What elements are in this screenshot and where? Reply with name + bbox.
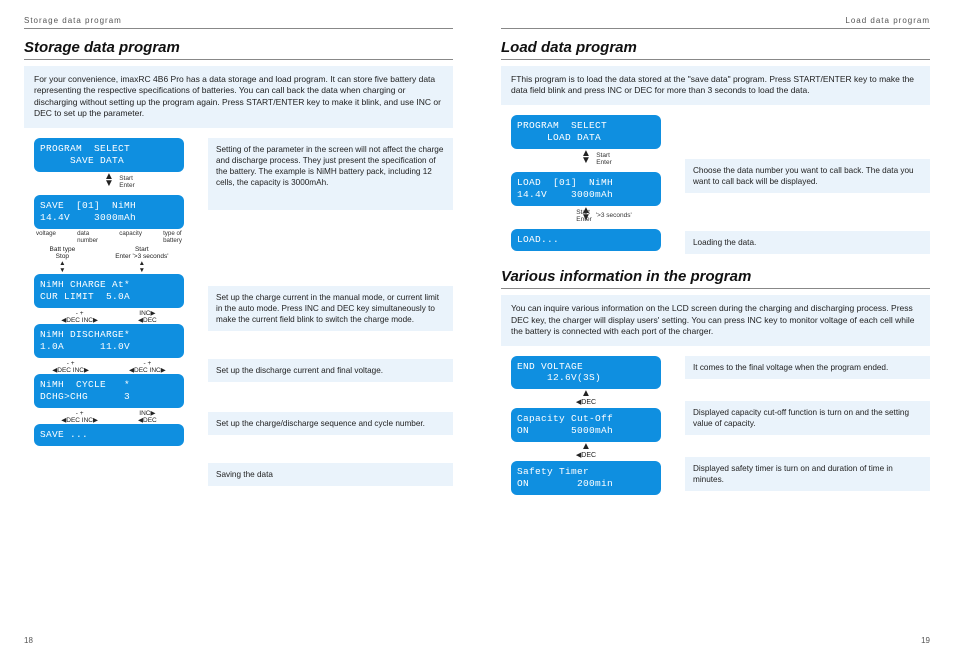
- field-labels-row: voltage data number capacity type of bat…: [34, 229, 184, 244]
- hint-start-enter-3s: Start Enter '>3 seconds': [576, 209, 631, 223]
- section-title-storage: Storage data program: [24, 39, 453, 60]
- section-title-load: Load data program: [501, 39, 930, 60]
- hint-start-enter: Start Enter: [596, 152, 612, 166]
- note-box: Displayed capacity cut-off function is t…: [685, 401, 930, 435]
- note-box: Set up the charge current in the manual …: [208, 286, 453, 331]
- note-box: Displayed safety timer is turn on and du…: [685, 457, 930, 491]
- flow-connector-pair: - +◀DEC INC▶ INC▶ ◀DEC: [61, 408, 156, 424]
- flow-connector: ▲ ▼: [581, 149, 591, 166]
- load-flow-column: PROGRAM SELECT LOAD DATA ▲ ▼ Start Enter…: [501, 115, 671, 254]
- lcd-screen: NiMH DISCHARGE* 1.0A 11.0V: [34, 324, 184, 358]
- lcd-screen: END VOLTAGE 12.6V(3S): [511, 356, 661, 390]
- lcd-screen: Capacity Cut-Off ON 5000mAh: [511, 408, 661, 442]
- hint-start-enter: Start Enter: [119, 175, 135, 189]
- arrow-down-icon: ▼: [581, 158, 591, 164]
- page-left: Storage data program Storage data progra…: [0, 0, 477, 653]
- info-notes-column: It comes to the final voltage when the p…: [685, 356, 930, 495]
- storage-notes-column: Setting of the parameter in the screen w…: [208, 138, 453, 486]
- lcd-screen: NiMH CHARGE At* CUR LIMIT 5.0A: [34, 274, 184, 308]
- load-lane: PROGRAM SELECT LOAD DATA ▲ ▼ Start Enter…: [501, 115, 930, 254]
- running-head-left: Storage data program: [24, 16, 453, 29]
- lcd-screen: LOAD [01] NiMH 14.4V 3000mAh: [511, 172, 661, 206]
- lcd-screen: SAVE ...: [34, 424, 184, 446]
- note-box: Loading the data.: [685, 231, 930, 254]
- load-notes-column: Choose the data number you want to call …: [685, 115, 930, 254]
- page-number-left: 18: [24, 636, 33, 645]
- note-box: Saving the data: [208, 463, 453, 486]
- note-box: Setting of the parameter in the screen w…: [208, 138, 453, 210]
- intro-storage: For your convenience, imaxRC 4B6 Pro has…: [24, 66, 453, 128]
- note-box: Set up the charge/discharge sequence and…: [208, 412, 453, 435]
- arrow-up-icon: ▲: [581, 444, 591, 450]
- lcd-screen: PROGRAM SELECT SAVE DATA: [34, 138, 184, 172]
- lcd-screen: SAVE [01] NiMH 14.4V 3000mAh: [34, 195, 184, 229]
- flow-connector-dec: ▲ ◀DEC: [576, 389, 596, 408]
- page-right: Load data program Load data program FThi…: [477, 0, 954, 653]
- lcd-screen: PROGRAM SELECT LOAD DATA: [511, 115, 661, 149]
- page-number-right: 19: [921, 636, 930, 645]
- flow-connector-pair: - +◀DEC INC▶ INC▶ ◀DEC: [61, 308, 156, 324]
- note-box: Set up the discharge current and final v…: [208, 359, 453, 382]
- storage-flow-column: PROGRAM SELECT SAVE DATA ▲ ▼ Start Enter…: [24, 138, 194, 486]
- section-title-various: Various information in the program: [501, 268, 930, 289]
- flow-connector-pair: Batt type Stop▲▼ Start Enter '>3 seconds…: [50, 244, 169, 275]
- info-lane: END VOLTAGE 12.6V(3S) ▲ ◀DEC Capacity Cu…: [501, 356, 930, 495]
- arrow-down-icon: ▼: [104, 181, 114, 187]
- lcd-screen: NiMH CYCLE * DCHG>CHG 3: [34, 374, 184, 408]
- arrow-up-icon: ▲: [581, 391, 591, 397]
- flow-connector-dec: ▲ ◀DEC: [576, 442, 596, 461]
- lcd-screen: Safety Timer ON 200min: [511, 461, 661, 495]
- storage-lane: PROGRAM SELECT SAVE DATA ▲ ▼ Start Enter…: [24, 138, 453, 486]
- lcd-screen: LOAD...: [511, 229, 661, 251]
- intro-various: You can inquire various information on t…: [501, 295, 930, 345]
- running-head-right: Load data program: [501, 16, 930, 29]
- flow-connector-pair: - +◀DEC INC▶ - +◀DEC INC▶: [52, 358, 165, 374]
- intro-load: FThis program is to load the data stored…: [501, 66, 930, 105]
- note-box: It comes to the final voltage when the p…: [685, 356, 930, 379]
- note-box: Choose the data number you want to call …: [685, 159, 930, 193]
- info-flow-column: END VOLTAGE 12.6V(3S) ▲ ◀DEC Capacity Cu…: [501, 356, 671, 495]
- flow-connector: ▲ ▼: [104, 172, 114, 189]
